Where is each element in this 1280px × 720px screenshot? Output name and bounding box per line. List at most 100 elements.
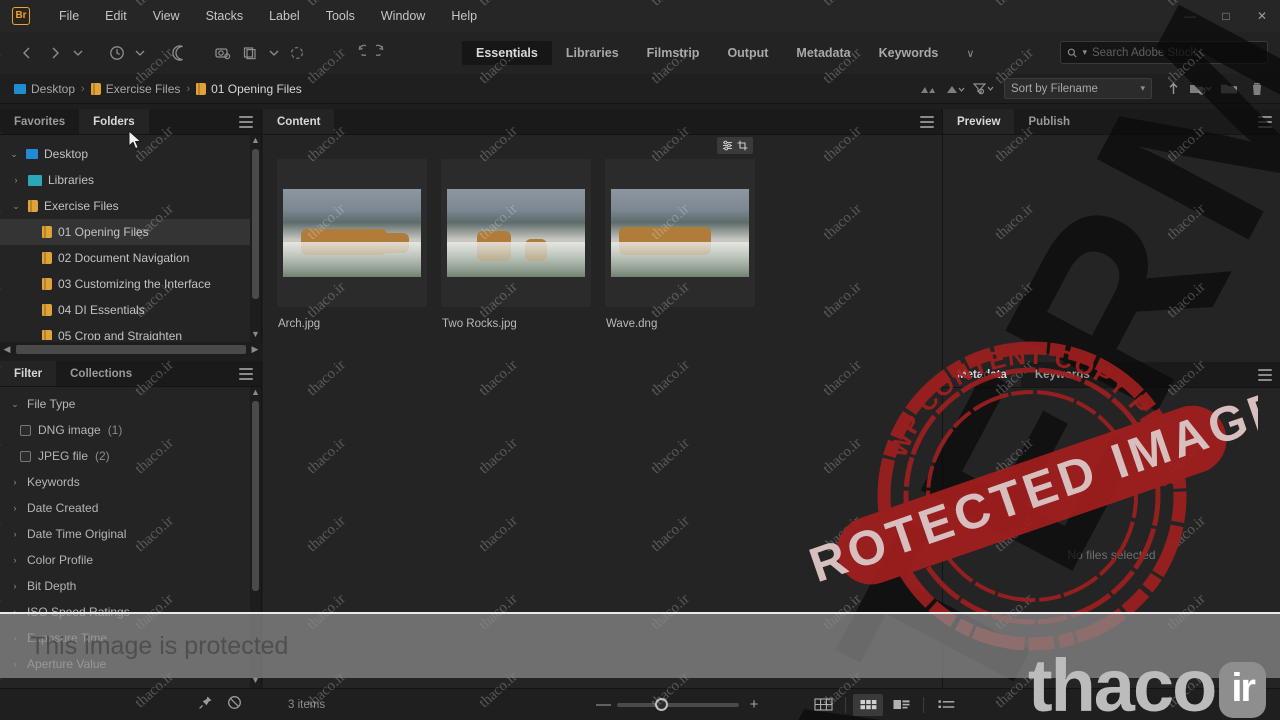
refresh-icon[interactable]	[284, 40, 310, 66]
menu-item-view[interactable]: View	[140, 5, 193, 27]
delete-icon[interactable]	[1244, 77, 1270, 101]
list-view-button[interactable]	[931, 694, 961, 716]
new-folder-settings-icon[interactable]	[1188, 77, 1214, 101]
folders-panel-menu-icon[interactable]	[239, 116, 253, 128]
filter-group-row[interactable]: › Date Time Original	[0, 521, 261, 547]
thumbnail-view-button[interactable]	[853, 693, 883, 716]
tab-folders[interactable]: Folders	[79, 109, 149, 134]
sort-ascending-icon[interactable]	[1160, 77, 1186, 101]
filter-funnel-icon[interactable]	[970, 77, 996, 101]
folder-tree-item[interactable]: 03 Customizing the Interface	[0, 271, 261, 297]
filter-group-row[interactable]: ⌄ File Type	[0, 391, 261, 417]
filter-group-row[interactable]: › Color Profile	[0, 547, 261, 573]
thumbnail-size-slider[interactable]: — +	[596, 696, 760, 713]
tab-favorites[interactable]: Favorites	[0, 109, 79, 134]
recent-dropdown-icon[interactable]	[70, 40, 86, 66]
minimize-button[interactable]: —	[1172, 0, 1208, 32]
workspace-tab-metadata[interactable]: Metadata	[782, 41, 864, 65]
tab-collections[interactable]: Collections	[56, 361, 146, 386]
metadata-panel-menu-icon[interactable]	[1258, 369, 1272, 381]
tab-filter[interactable]: Filter	[0, 361, 57, 386]
slider-knob[interactable]	[655, 697, 668, 711]
scroll-right-icon[interactable]: ▶	[248, 344, 262, 355]
back-icon[interactable]	[14, 40, 40, 66]
search-box[interactable]: ▾	[1060, 41, 1268, 64]
scroll-thumb-horizontal[interactable]	[16, 344, 246, 354]
twisty-icon[interactable]: ⌄	[8, 149, 20, 160]
filter-group-row[interactable]: › Date Created	[0, 495, 261, 521]
menu-item-label[interactable]: Label	[256, 5, 313, 27]
forward-icon[interactable]	[42, 40, 68, 66]
menu-item-window[interactable]: Window	[368, 5, 438, 27]
workspace-tab-filmstrip[interactable]: Filmstrip	[633, 41, 714, 65]
menu-item-tools[interactable]: Tools	[313, 5, 368, 27]
scroll-thumb[interactable]	[252, 401, 259, 591]
scroll-up-icon[interactable]: ▲	[250, 135, 261, 148]
twisty-icon[interactable]: ⌄	[10, 201, 22, 212]
folder-tree-item[interactable]: 02 Document Navigation	[0, 245, 261, 271]
sort-select[interactable]: Sort by Filename ▾	[1004, 78, 1152, 99]
twisty-icon[interactable]: ⌄	[10, 399, 20, 410]
menu-item-help[interactable]: Help	[438, 5, 490, 27]
checkbox[interactable]	[20, 450, 31, 462]
checkbox[interactable]	[20, 424, 31, 436]
scroll-down-icon[interactable]: ▼	[250, 329, 261, 342]
tab-metadata[interactable]: Metadata	[943, 362, 1021, 387]
thumbnail-cell[interactable]: Wave.dng	[605, 137, 755, 330]
filter-group-row[interactable]: › Keywords	[0, 469, 261, 495]
twisty-icon[interactable]: ›	[10, 581, 20, 591]
slider-track[interactable]	[617, 697, 739, 711]
filter-panel-menu-icon[interactable]	[239, 368, 253, 380]
thumbnail-cell[interactable]: Arch.jpg	[277, 159, 427, 330]
thumbnail-image-box[interactable]	[441, 159, 591, 307]
workspace-tab-keywords[interactable]: Keywords	[865, 41, 953, 65]
thumbnail-image-box[interactable]	[277, 159, 427, 307]
folder-tree-item[interactable]: ⌄ Desktop	[0, 141, 261, 167]
workspace-tab-libraries[interactable]: Libraries	[552, 41, 633, 65]
preview-panel-menu-icon[interactable]	[1258, 116, 1272, 128]
camera-raw-icon[interactable]	[210, 40, 236, 66]
thumbnail-cell[interactable]: Two Rocks.jpg	[441, 159, 591, 330]
no-entry-icon[interactable]	[227, 695, 242, 715]
scroll-thumb[interactable]	[252, 149, 259, 299]
zoom-in-icon[interactable]: +	[748, 696, 760, 713]
twisty-icon[interactable]: ›	[10, 529, 20, 539]
rotate-clockwise-icon[interactable]	[372, 40, 398, 66]
twisty-icon[interactable]: ›	[10, 175, 22, 185]
history-dropdown-icon[interactable]	[132, 40, 148, 66]
rotate-counterclockwise-icon[interactable]	[344, 40, 370, 66]
filter-checkbox-row[interactable]: JPEG file (2)	[0, 443, 261, 469]
breadcrumb-item-2[interactable]: 01 Opening Files	[196, 82, 302, 96]
rating-filter-icon[interactable]	[914, 77, 940, 101]
workspace-overflow-icon[interactable]: ∨	[952, 47, 988, 60]
raw-settings-badge[interactable]	[717, 137, 753, 154]
folder-tree-item[interactable]: 04 DI Essentials	[0, 297, 261, 323]
twisty-icon[interactable]: ›	[10, 503, 20, 513]
twisty-icon[interactable]: ›	[10, 477, 20, 487]
new-folder-icon[interactable]	[1216, 77, 1242, 101]
filter-checkbox-row[interactable]: DNG image (1)	[0, 417, 261, 443]
tab-publish[interactable]: Publish	[1014, 109, 1084, 134]
boomerang-icon[interactable]	[166, 40, 192, 66]
scroll-up-icon[interactable]: ▲	[250, 387, 261, 400]
folders-horizontal-scrollbar[interactable]: ◀ ▶	[0, 342, 262, 356]
tab-content[interactable]: Content	[263, 109, 335, 134]
filter-group-row[interactable]: › Bit Depth	[0, 573, 261, 599]
search-input[interactable]	[1091, 46, 1261, 59]
folder-tree-item[interactable]: 05 Crop and Straighten	[0, 323, 261, 340]
scroll-left-icon[interactable]: ◀	[0, 344, 14, 355]
twisty-icon[interactable]: ›	[10, 555, 20, 565]
breadcrumb-item-1[interactable]: Exercise Files	[90, 82, 180, 96]
menu-item-stacks[interactable]: Stacks	[193, 5, 257, 27]
stack-icon[interactable]	[238, 40, 264, 66]
workspace-tab-output[interactable]: Output	[713, 41, 782, 65]
details-view-button[interactable]	[886, 694, 916, 716]
tab-preview[interactable]: Preview	[943, 109, 1015, 134]
rating-filter-dropdown-icon[interactable]	[942, 77, 968, 101]
folders-vertical-scrollbar[interactable]: ▲ ▼	[250, 135, 261, 342]
content-panel-menu-icon[interactable]	[920, 116, 934, 128]
workspace-tab-essentials[interactable]: Essentials	[462, 41, 552, 65]
folder-tree-item[interactable]: ⌄ Exercise Files	[0, 193, 261, 219]
menu-item-edit[interactable]: Edit	[92, 5, 140, 27]
folder-tree-item[interactable]: 01 Opening Files	[0, 219, 261, 245]
